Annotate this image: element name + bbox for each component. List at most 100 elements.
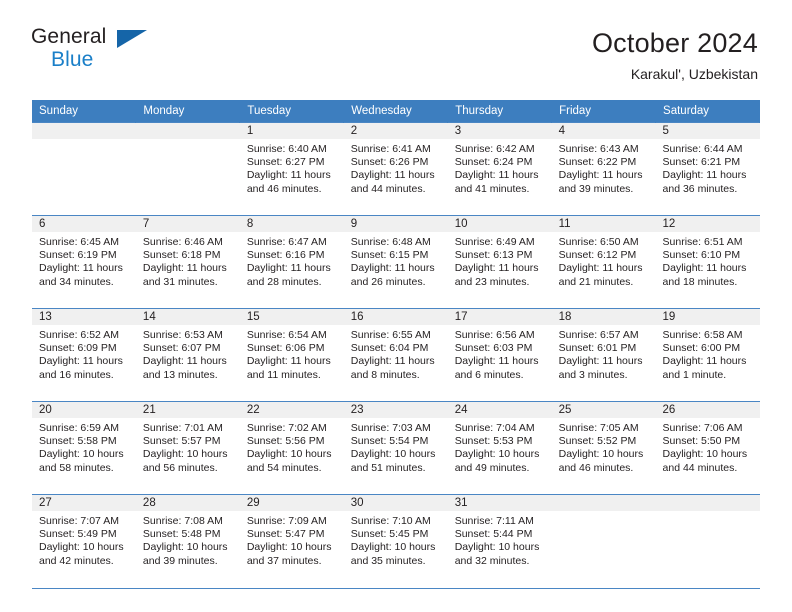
- day-number: 3: [447, 123, 552, 139]
- calendar-bottom-border: [32, 587, 760, 589]
- calendar-day-cell[interactable]: 29 Sunrise: 7:09 AM Sunset: 5:47 PM Dayligh…: [239, 494, 344, 588]
- day-detail-line: Daylight: 11 hours: [454, 355, 539, 368]
- day-detail-line: Daylight: 11 hours: [246, 355, 331, 368]
- calendar-day-cell[interactable]: 1 Sunrise: 6:40 AM Sunset: 6:27 PM Daylight…: [239, 122, 344, 216]
- day-detail-line: Sunset: 6:12 PM: [558, 249, 637, 262]
- day-details: [656, 511, 760, 515]
- day-details: Sunrise: 7:07 AM Sunset: 5:49 PM Daylight:…: [32, 511, 136, 568]
- day-detail-line: Daylight: 11 hours: [142, 355, 227, 368]
- day-number: 6: [32, 216, 136, 232]
- calendar-day-cell[interactable]: 2 Sunrise: 6:41 AM Sunset: 6:26 PM Daylight…: [343, 122, 448, 216]
- calendar-day-cell[interactable]: 16 Sunrise: 6:55 AM Sunset: 6:04 PM Dayligh…: [343, 308, 448, 402]
- calendar-day-cell[interactable]: 11 Sunrise: 6:50 AM Sunset: 6:12 PM Dayligh…: [551, 215, 656, 309]
- calendar-day-cell[interactable]: 28 Sunrise: 7:08 AM Sunset: 5:48 PM Dayligh…: [135, 494, 240, 588]
- weekday-header-sunday: Sunday: [32, 100, 137, 123]
- day-number: 16: [343, 309, 448, 325]
- day-number: [135, 123, 240, 139]
- day-details: Sunrise: 7:01 AM Sunset: 5:57 PM Daylight:…: [136, 418, 240, 475]
- weekday-header-row: Sunday Monday Tuesday Wednesday Thursday Frid…: [32, 100, 760, 123]
- calendar-day-cell[interactable]: 4 Sunrise: 6:43 AM Sunset: 6:22 PM Daylight…: [551, 122, 656, 216]
- calendar-day-cell[interactable]: 10 Sunrise: 6:49 AM Sunset: 6:13 PM Dayligh…: [447, 215, 552, 309]
- calendar-day-cell[interactable]: 8 Sunrise: 6:47 AM Sunset: 6:16 PM Daylight…: [239, 215, 344, 309]
- calendar-day-cell[interactable]: 22 Sunrise: 7:02 AM Sunset: 5:56 PM Dayligh…: [239, 401, 344, 495]
- day-number: 19: [655, 309, 760, 325]
- day-detail-line: Sunset: 6:00 PM: [662, 342, 741, 355]
- day-detail-line: Sunset: 6:24 PM: [454, 156, 533, 169]
- day-detail-line: and 32 minutes.: [454, 554, 530, 567]
- day-detail-line: and 46 minutes.: [246, 182, 322, 195]
- calendar-day-cell[interactable]: 7 Sunrise: 6:46 AM Sunset: 6:18 PM Daylight…: [135, 215, 240, 309]
- calendar-day-cell[interactable]: 6 Sunrise: 6:45 AM Sunset: 6:19 PM Daylight…: [32, 215, 136, 309]
- day-detail-line: and 44 minutes.: [662, 461, 738, 474]
- calendar-day-cell[interactable]: 3 Sunrise: 6:42 AM Sunset: 6:24 PM Daylight…: [447, 122, 552, 216]
- day-details: Sunrise: 7:08 AM Sunset: 5:48 PM Daylight:…: [136, 511, 240, 568]
- day-detail-line: Sunset: 6:16 PM: [246, 249, 325, 262]
- day-detail-line: and 6 minutes.: [454, 368, 524, 381]
- calendar-day-cell[interactable]: 27 Sunrise: 7:07 AM Sunset: 5:49 PM Dayligh…: [32, 494, 136, 588]
- day-details: Sunrise: 7:09 AM Sunset: 5:47 PM Daylight:…: [240, 511, 344, 568]
- day-details: Sunrise: 7:02 AM Sunset: 5:56 PM Daylight:…: [240, 418, 344, 475]
- day-details: Sunrise: 7:04 AM Sunset: 5:53 PM Daylight:…: [448, 418, 552, 475]
- weekday-header-monday: Monday: [135, 100, 241, 123]
- calendar-day-cell[interactable]: 31 Sunrise: 7:11 AM Sunset: 5:44 PM Dayligh…: [447, 494, 552, 588]
- logo-text-blue: Blue: [51, 48, 94, 71]
- day-detail-line: Daylight: 10 hours: [350, 541, 436, 554]
- day-number: 20: [32, 402, 136, 418]
- day-detail-line: and 31 minutes.: [142, 275, 218, 288]
- calendar-day-cell[interactable]: 12 Sunrise: 6:51 AM Sunset: 6:10 PM Dayligh…: [655, 215, 760, 309]
- calendar-day-cell[interactable]: 20 Sunrise: 6:59 AM Sunset: 5:58 PM Dayligh…: [32, 401, 136, 495]
- calendar-day-cell[interactable]: 24 Sunrise: 7:04 AM Sunset: 5:53 PM Dayligh…: [447, 401, 552, 495]
- title-block: October 2024 Karakul', Uzbekistan: [592, 26, 758, 85]
- day-detail-line: Sunset: 5:45 PM: [350, 528, 429, 541]
- day-details: Sunrise: 7:03 AM Sunset: 5:54 PM Daylight:…: [344, 418, 448, 475]
- calendar-day-cell[interactable]: 15 Sunrise: 6:54 AM Sunset: 6:06 PM Dayligh…: [239, 308, 344, 402]
- day-detail-line: Sunset: 6:09 PM: [39, 342, 117, 355]
- day-detail-line: Sunset: 6:18 PM: [142, 249, 221, 262]
- day-details: Sunrise: 6:51 AM Sunset: 6:10 PM Daylight:…: [656, 232, 760, 289]
- calendar-day-cell[interactable]: 25 Sunrise: 7:05 AM Sunset: 5:52 PM Dayligh…: [551, 401, 656, 495]
- calendar-day-cell[interactable]: 14 Sunrise: 6:53 AM Sunset: 6:07 PM Dayligh…: [135, 308, 240, 402]
- day-number: 30: [343, 495, 448, 511]
- day-number: 22: [239, 402, 344, 418]
- day-detail-line: Daylight: 10 hours: [142, 448, 228, 461]
- day-detail-line: Sunset: 5:47 PM: [246, 528, 325, 541]
- day-number: 25: [551, 402, 656, 418]
- day-detail-line: Sunrise: 7:01 AM: [142, 422, 223, 434]
- day-detail-line: Daylight: 11 hours: [558, 169, 643, 182]
- day-details: Sunrise: 6:52 AM Sunset: 6:09 PM Daylight:…: [32, 325, 136, 382]
- day-number: 7: [135, 216, 240, 232]
- calendar-day-cell[interactable]: 26 Sunrise: 7:06 AM Sunset: 5:50 PM Dayligh…: [655, 401, 760, 495]
- day-number: [655, 495, 760, 511]
- day-number: 12: [655, 216, 760, 232]
- calendar-day-cell[interactable]: 30 Sunrise: 7:10 AM Sunset: 5:45 PM Dayligh…: [343, 494, 448, 588]
- calendar-day-cell[interactable]: 18 Sunrise: 6:57 AM Sunset: 6:01 PM Dayligh…: [551, 308, 656, 402]
- calendar-day-cell[interactable]: 5 Sunrise: 6:44 AM Sunset: 6:21 PM Daylight…: [655, 122, 760, 216]
- day-detail-line: Sunset: 6:06 PM: [246, 342, 325, 355]
- calendar-day-cell[interactable]: 21 Sunrise: 7:01 AM Sunset: 5:57 PM Dayligh…: [135, 401, 240, 495]
- day-number: 1: [239, 123, 344, 139]
- calendar-week-row: 13 Sunrise: 6:52 AM Sunset: 6:09 PM Dayligh…: [32, 308, 760, 402]
- calendar-day-cell[interactable]: 13 Sunrise: 6:52 AM Sunset: 6:09 PM Dayligh…: [32, 308, 136, 402]
- day-number: 31: [447, 495, 552, 511]
- calendar-cell-empty: [135, 122, 240, 216]
- day-detail-line: and 16 minutes.: [39, 368, 114, 381]
- day-detail-line: Daylight: 11 hours: [39, 262, 123, 275]
- calendar-day-cell[interactable]: 19 Sunrise: 6:58 AM Sunset: 6:00 PM Dayligh…: [655, 308, 760, 402]
- day-detail-line: Sunset: 6:03 PM: [454, 342, 533, 355]
- day-detail-line: Sunrise: 6:58 AM: [662, 329, 743, 341]
- day-detail-line: Daylight: 11 hours: [662, 169, 747, 182]
- day-detail-line: Daylight: 10 hours: [246, 448, 332, 461]
- day-number: [32, 123, 136, 139]
- calendar-day-cell[interactable]: 17 Sunrise: 6:56 AM Sunset: 6:03 PM Dayligh…: [447, 308, 552, 402]
- day-number: 27: [32, 495, 136, 511]
- day-detail-line: Daylight: 10 hours: [558, 448, 644, 461]
- logo-general-blue[interactable]: General Blue: [31, 26, 147, 78]
- day-detail-line: Sunrise: 6:53 AM: [142, 329, 223, 341]
- day-detail-line: Sunset: 6:19 PM: [39, 249, 117, 262]
- day-detail-line: and 28 minutes.: [246, 275, 322, 288]
- day-detail-line: Sunrise: 6:51 AM: [662, 236, 743, 248]
- calendar-day-cell[interactable]: 23 Sunrise: 7:03 AM Sunset: 5:54 PM Dayligh…: [343, 401, 448, 495]
- day-detail-line: Sunrise: 7:03 AM: [350, 422, 431, 434]
- calendar-day-cell[interactable]: 9 Sunrise: 6:48 AM Sunset: 6:15 PM Daylight…: [343, 215, 448, 309]
- day-details: Sunrise: 7:10 AM Sunset: 5:45 PM Daylight:…: [344, 511, 448, 568]
